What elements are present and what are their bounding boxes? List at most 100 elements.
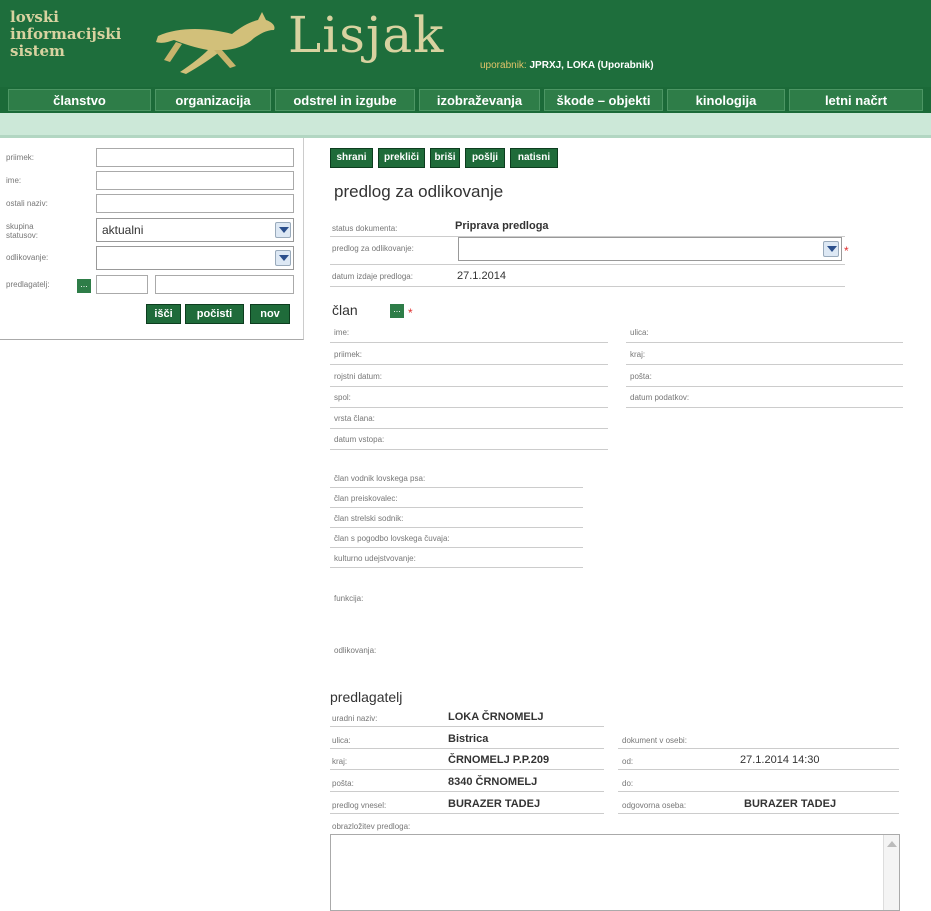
row-divider bbox=[330, 286, 845, 287]
clan-vodnik-label: član vodnik lovskega psa: bbox=[334, 474, 426, 483]
required-marker: * bbox=[844, 244, 849, 258]
send-button[interactable]: pošlji bbox=[465, 148, 505, 168]
nav-letni-nacrt[interactable]: letni načrt bbox=[789, 89, 923, 111]
predlagatelj-lookup-button[interactable]: ... bbox=[77, 279, 91, 293]
row-divider bbox=[330, 527, 583, 528]
predlagatelj-ulica-label: ulica: bbox=[332, 736, 351, 745]
save-button[interactable]: shrani bbox=[330, 148, 373, 168]
row-divider bbox=[626, 386, 903, 387]
clan-lookup-button[interactable]: ... bbox=[390, 304, 404, 318]
clan-kulturno-label: kulturno udejstvovanje: bbox=[334, 554, 416, 563]
header-band bbox=[0, 113, 931, 135]
logo-line: lovski bbox=[10, 8, 59, 26]
uradni-naziv-value: LOKA ČRNOMELJ bbox=[448, 711, 544, 723]
ostali-naziv-input[interactable] bbox=[96, 194, 294, 213]
chevron-down-icon[interactable] bbox=[823, 241, 839, 257]
delete-button[interactable]: briši bbox=[430, 148, 460, 168]
clear-button[interactable]: počisti bbox=[185, 304, 244, 324]
odlikovanje-select[interactable] bbox=[96, 246, 294, 270]
row-divider bbox=[330, 364, 608, 365]
row-divider bbox=[330, 428, 608, 429]
clan-ime-label: ime: bbox=[334, 328, 350, 337]
chevron-down-icon[interactable] bbox=[275, 250, 291, 266]
logo-line: informacijski bbox=[10, 25, 122, 43]
row-divider bbox=[626, 364, 903, 365]
predlagatelj-name-input[interactable] bbox=[155, 275, 294, 294]
row-divider bbox=[330, 813, 604, 814]
row-divider bbox=[330, 264, 845, 265]
status-label: status dokumenta: bbox=[332, 224, 398, 233]
row-divider bbox=[618, 769, 899, 770]
skupina-statusov-select[interactable]: aktualni bbox=[96, 218, 294, 242]
clan-ulica-label: ulica: bbox=[630, 328, 649, 337]
clan-section-title: član bbox=[332, 302, 358, 318]
skupina-statusov-value: aktualni bbox=[102, 223, 144, 237]
nav-skode[interactable]: škode – objekti bbox=[544, 89, 663, 111]
od-label: od: bbox=[622, 757, 634, 766]
row-divider bbox=[626, 407, 903, 408]
predlagatelj-section-title: predlagatelj bbox=[330, 689, 403, 705]
brand-title: Lisjak bbox=[288, 6, 445, 64]
nav-izobrazevanja[interactable]: izobraževanja bbox=[419, 89, 540, 111]
predlagatelj-posta-label: pošta: bbox=[332, 779, 354, 788]
skupina-label-line2: statusov: bbox=[6, 231, 39, 240]
new-button[interactable]: nov bbox=[250, 304, 290, 324]
nav-clanstvo[interactable]: članstvo bbox=[8, 89, 151, 111]
clan-odlikovanja-label: odlikovanja: bbox=[334, 646, 377, 655]
user-value: JPRXJ, LOKA (Uporabnik) bbox=[529, 60, 654, 71]
print-button[interactable]: natisni bbox=[510, 148, 558, 168]
row-divider bbox=[330, 769, 604, 770]
clan-spol-label: spol: bbox=[334, 393, 351, 402]
row-divider bbox=[330, 547, 583, 548]
row-divider bbox=[330, 407, 608, 408]
clan-preiskovalec-label: član preiskovalec: bbox=[334, 494, 398, 503]
row-divider bbox=[626, 342, 903, 343]
obrazlozitev-label: obrazložitev predloga: bbox=[332, 822, 411, 831]
nav-organizacija[interactable]: organizacija bbox=[155, 89, 271, 111]
required-marker: * bbox=[408, 306, 413, 320]
logo-line: sistem bbox=[10, 42, 65, 60]
priimek-label: priimek: bbox=[6, 153, 35, 162]
clan-vrsta-label: vrsta člana: bbox=[334, 414, 375, 423]
nav-kinologija[interactable]: kinologija bbox=[667, 89, 785, 111]
logo-text: lovski informacijski sistem bbox=[10, 9, 140, 60]
cancel-button[interactable]: prekliči bbox=[378, 148, 425, 168]
predlagatelj-code-input[interactable] bbox=[96, 275, 148, 294]
predlog-vnesel-label: predlog vnesel: bbox=[332, 801, 387, 810]
row-divider bbox=[330, 791, 604, 792]
clan-rojstni-datum-label: rojstni datum: bbox=[334, 372, 383, 381]
row-divider bbox=[618, 791, 899, 792]
datum-izdaje-value: 27.1.2014 bbox=[457, 270, 506, 282]
datum-izdaje-label: datum izdaje predloga: bbox=[332, 272, 413, 281]
obrazlozitev-textarea[interactable] bbox=[330, 834, 900, 911]
row-divider bbox=[330, 449, 608, 450]
clan-datum-vstopa-label: datum vstopa: bbox=[334, 435, 385, 444]
row-divider bbox=[330, 507, 583, 508]
predlog-vnesel-value: BURAZER TADEJ bbox=[448, 798, 541, 810]
user-label: uporabnik: bbox=[480, 60, 527, 71]
clan-posta-label: pošta: bbox=[630, 372, 652, 381]
predlagatelj-ulica-value: Bistrica bbox=[448, 733, 489, 745]
clan-strelski-label: član strelski sodnik: bbox=[334, 514, 404, 523]
nav-odstrel[interactable]: odstrel in izgube bbox=[275, 89, 415, 111]
row-divider bbox=[330, 386, 608, 387]
predlog-select[interactable] bbox=[458, 237, 842, 261]
main-form: shrani prekliči briši pošlji natisni pre… bbox=[318, 138, 931, 911]
odgovorna-oseba-label: odgovorna oseba: bbox=[622, 801, 687, 810]
do-label: do: bbox=[622, 779, 634, 788]
textarea-scrollbar[interactable] bbox=[883, 835, 899, 910]
search-button[interactable]: išči bbox=[146, 304, 181, 324]
row-divider bbox=[330, 342, 608, 343]
odlikovanje-label: odlikovanje: bbox=[6, 253, 49, 262]
status-value: Priprava predloga bbox=[455, 220, 549, 232]
chevron-down-icon[interactable] bbox=[275, 222, 291, 238]
clan-kraj-label: kraj: bbox=[630, 350, 646, 359]
ostali-naziv-label: ostali naziv: bbox=[6, 199, 48, 208]
ime-input[interactable] bbox=[96, 171, 294, 190]
app-header: lovski informacijski sistem Lisjak upora… bbox=[0, 0, 931, 88]
skupina-label: skupina statusov: bbox=[6, 222, 38, 240]
clan-cuvaj-label: član s pogodbo lovskega čuvaja: bbox=[334, 534, 450, 543]
fox-logo-icon bbox=[156, 12, 275, 74]
priimek-input[interactable] bbox=[96, 148, 294, 167]
skupina-label-line1: skupina bbox=[6, 222, 34, 231]
